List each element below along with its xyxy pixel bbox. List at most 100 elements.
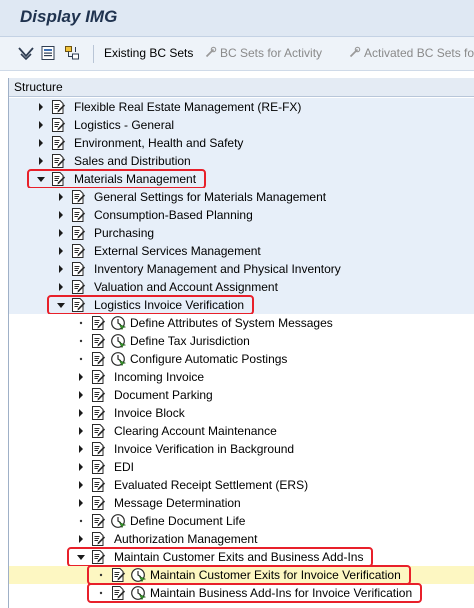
expand-arrow-icon[interactable] xyxy=(37,138,45,148)
expand-arrow-icon[interactable] xyxy=(57,210,65,220)
documentation-icon[interactable] xyxy=(90,495,106,511)
execute-activity-icon[interactable] xyxy=(110,351,126,367)
tree-node-label: General Settings for Materials Managemen… xyxy=(94,190,327,204)
tree-node[interactable]: Environment, Health and Safety xyxy=(9,134,474,152)
tree-node[interactable]: Invoice Verification in Background xyxy=(9,440,474,458)
activated-bc-sets-button[interactable]: Activated BC Sets fo xyxy=(364,46,474,60)
tree-node-label: Message Determination xyxy=(114,496,241,510)
documentation-icon[interactable] xyxy=(90,477,106,493)
expand-arrow-icon[interactable] xyxy=(37,120,45,130)
expand-arrow-icon[interactable] xyxy=(77,444,85,454)
tree-node[interactable]: Consumption-Based Planning xyxy=(9,206,474,224)
application-toolbar: Existing BC Sets BC Sets for Activity Ac… xyxy=(0,37,474,71)
tree-node[interactable]: External Services Management xyxy=(9,242,474,260)
tree-node-label: Logistics - General xyxy=(74,118,175,132)
tree-node[interactable]: Flexible Real Estate Management (RE-FX) xyxy=(9,98,474,116)
documentation-icon[interactable] xyxy=(90,441,106,457)
execute-activity-icon[interactable] xyxy=(110,315,126,331)
documentation-icon[interactable] xyxy=(90,369,106,385)
tree-node[interactable]: Authorization Management xyxy=(9,530,474,548)
documentation-icon[interactable] xyxy=(70,207,86,223)
documentation-icon[interactable] xyxy=(50,99,66,115)
expand-arrow-icon[interactable] xyxy=(57,282,65,292)
red-highlight-box xyxy=(87,565,411,585)
tree-node[interactable]: General Settings for Materials Managemen… xyxy=(9,188,474,206)
tree-node[interactable]: Define Document Life xyxy=(9,512,474,530)
structure-column-header: Structure xyxy=(9,78,474,97)
tree-node-label: External Services Management xyxy=(94,244,261,258)
expand-arrow-icon[interactable] xyxy=(57,264,65,274)
find-icon[interactable] xyxy=(18,45,34,61)
activated-bc-sets-icon xyxy=(349,46,361,58)
red-highlight-box xyxy=(67,547,373,567)
expand-arrow-icon[interactable] xyxy=(57,228,65,238)
expand-arrow-icon[interactable] xyxy=(77,534,85,544)
expand-arrow-icon[interactable] xyxy=(57,246,65,256)
documentation-icon[interactable] xyxy=(90,333,106,349)
tree-node-label: Invoice Block xyxy=(114,406,185,420)
documentation-icon[interactable] xyxy=(90,387,106,403)
documentation-icon[interactable] xyxy=(90,315,106,331)
documentation-icon[interactable] xyxy=(70,225,86,241)
expand-arrow-icon[interactable] xyxy=(57,192,65,202)
existing-bc-sets-button[interactable]: Existing BC Sets xyxy=(104,46,193,60)
execute-activity-icon[interactable] xyxy=(110,333,126,349)
tree-node[interactable]: Document Parking xyxy=(9,386,474,404)
execute-activity-icon[interactable] xyxy=(110,513,126,529)
tree-node[interactable]: Inventory Management and Physical Invent… xyxy=(9,260,474,278)
tree-node[interactable]: Evaluated Receipt Settlement (ERS) xyxy=(9,476,474,494)
expand-arrow-icon[interactable] xyxy=(77,372,85,382)
expand-arrow-icon[interactable] xyxy=(77,462,85,472)
documentation-icon[interactable] xyxy=(90,531,106,547)
hierarchy-icon[interactable] xyxy=(64,45,80,61)
documentation-icon[interactable] xyxy=(90,405,106,421)
expand-arrow-icon[interactable] xyxy=(37,102,45,112)
tree-node[interactable]: Incoming Invoice xyxy=(9,368,474,386)
documentation-icon[interactable] xyxy=(70,243,86,259)
tree-node-label: Define Document Life xyxy=(130,514,246,528)
tree-node-label: Inventory Management and Physical Invent… xyxy=(94,262,341,276)
tree-node-label: Environment, Health and Safety xyxy=(74,136,244,150)
tree-node[interactable]: EDI xyxy=(9,458,474,476)
expand-arrow-icon[interactable] xyxy=(77,390,85,400)
img-structure-tree: Structure Flexible Real Estate Managemen… xyxy=(8,78,474,608)
expand-arrow-icon[interactable] xyxy=(77,498,85,508)
tree-node-label: Configure Automatic Postings xyxy=(130,352,288,366)
documentation-icon[interactable] xyxy=(90,423,106,439)
documentation-icon[interactable] xyxy=(70,279,86,295)
documentation-icon[interactable] xyxy=(70,189,86,205)
expand-arrow-icon[interactable] xyxy=(77,480,85,490)
tree-node[interactable]: Sales and Distribution xyxy=(9,152,474,170)
title-bar: Display IMG xyxy=(0,0,474,37)
leaf-dot-icon xyxy=(79,339,83,343)
documentation-icon[interactable] xyxy=(50,135,66,151)
tree-node[interactable]: Valuation and Account Assignment xyxy=(9,278,474,296)
tree-node-label: Flexible Real Estate Management (RE-FX) xyxy=(74,100,302,114)
bc-sets-for-activity-button[interactable]: BC Sets for Activity xyxy=(220,46,322,60)
documentation-icon[interactable] xyxy=(90,459,106,475)
tree-node[interactable]: Clearing Account Maintenance xyxy=(9,422,474,440)
documentation-icon[interactable] xyxy=(50,117,66,133)
tree-node[interactable]: Logistics - General xyxy=(9,116,474,134)
expand-arrow-icon[interactable] xyxy=(37,156,45,166)
documentation-icon[interactable] xyxy=(70,261,86,277)
tree-node-label: Sales and Distribution xyxy=(74,154,191,168)
expand-arrow-icon[interactable] xyxy=(77,426,85,436)
tree-node[interactable]: Message Determination xyxy=(9,494,474,512)
tree-node[interactable]: Purchasing xyxy=(9,224,474,242)
tree-node-label: Clearing Account Maintenance xyxy=(114,424,277,438)
expand-arrow-icon[interactable] xyxy=(77,408,85,418)
tree-node-label: Define Tax Jurisdiction xyxy=(130,334,250,348)
red-highlight-box xyxy=(87,583,422,603)
tree-node[interactable]: Define Attributes of System Messages xyxy=(9,314,474,332)
leaf-dot-icon xyxy=(79,321,83,325)
documentation-icon[interactable] xyxy=(90,351,106,367)
tree-node[interactable]: Invoice Block xyxy=(9,404,474,422)
tree-node[interactable]: Define Tax Jurisdiction xyxy=(9,332,474,350)
tree-node[interactable]: Configure Automatic Postings xyxy=(9,350,474,368)
tree-node-label: Authorization Management xyxy=(114,532,258,546)
table-view-icon[interactable] xyxy=(40,45,56,61)
tree-node-label: Consumption-Based Planning xyxy=(94,208,253,222)
documentation-icon[interactable] xyxy=(50,153,66,169)
documentation-icon[interactable] xyxy=(90,513,106,529)
